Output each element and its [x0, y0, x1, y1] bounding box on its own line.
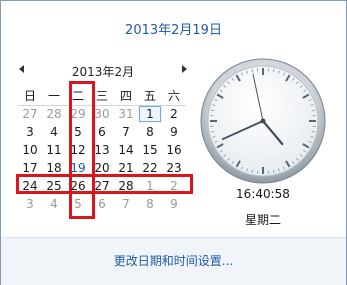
weekday-header-row: 日一二三四五六 — [18, 87, 186, 105]
calendar-day[interactable]: 2 — [162, 105, 186, 123]
calendar-day[interactable]: 6 — [90, 195, 114, 213]
calendar-day[interactable]: 7 — [114, 195, 138, 213]
calendar-day[interactable]: 3 — [18, 195, 42, 213]
calendar-day[interactable]: 24 — [18, 177, 42, 195]
weekday-label: 五 — [143, 89, 156, 103]
calendar-day[interactable]: 1 — [138, 105, 162, 123]
calendar-day[interactable]: 14 — [114, 141, 138, 159]
month-title[interactable]: 2013年2月 — [19, 63, 187, 80]
clock-minute-mark — [272, 169, 275, 173]
weekday-divider — [18, 105, 186, 106]
calendar-day[interactable]: 16 — [162, 141, 186, 159]
calendar-day[interactable]: 8 — [138, 123, 162, 141]
digital-time: 16:40:58 — [236, 187, 290, 201]
weekday-label: 星期二 — [244, 213, 281, 227]
calendar-day[interactable]: 27 — [18, 105, 42, 123]
calendar-week-row: 3456789 — [18, 123, 186, 141]
calendar-day[interactable]: 23 — [162, 159, 186, 177]
calendar-day[interactable]: 4 — [42, 123, 66, 141]
calendar-day[interactable]: 15 — [138, 141, 162, 159]
next-month-icon[interactable] — [182, 65, 187, 73]
calendar-week-row: 17 18 19 20 21 22 23 — [18, 159, 186, 177]
calendar-day[interactable]: 4 — [42, 195, 66, 213]
flyout-footer: 更改日期和时间设置... — [1, 237, 346, 285]
weekday-label: 二 — [71, 89, 84, 103]
calendar-day[interactable]: 20 — [90, 159, 114, 177]
change-date-time-settings-link[interactable]: 更改日期和时间设置... — [1, 252, 346, 269]
calendar-day[interactable]: 28 — [42, 105, 66, 123]
date-time-flyout: 2013年2月19日 2013年2月 日一二三四五六 27 28 29 30 31 1 2 3… — [0, 0, 347, 285]
calendar-day[interactable]: 5 — [66, 195, 90, 213]
calendar-day[interactable]: 10 — [18, 141, 42, 159]
weekday-label: 日 — [23, 89, 36, 103]
clock-center — [260, 118, 266, 124]
calendar-day[interactable]: 5 — [66, 123, 90, 141]
clock-minute-mark — [272, 69, 275, 73]
calendar-day[interactable]: 22 — [138, 159, 162, 177]
calendar-day[interactable]: 3 — [18, 123, 42, 141]
calendar-day[interactable]: 8 — [138, 195, 162, 213]
calendar-day[interactable]: 21 — [114, 159, 138, 177]
calendar-day[interactable]: 26 — [66, 177, 90, 195]
calendar-day[interactable]: 9 — [162, 195, 186, 213]
calendar-day-today[interactable]: 19 — [66, 159, 90, 177]
analog-clock — [200, 58, 326, 184]
clock-minute-mark — [311, 130, 315, 133]
calendar-day[interactable]: 31 — [114, 105, 138, 123]
calendar-day[interactable]: 12 — [66, 141, 90, 159]
clock-minute-mark — [251, 169, 254, 173]
weekday-label: 三 — [95, 89, 108, 103]
calendar-day[interactable]: 25 — [42, 177, 66, 195]
calendar-day[interactable]: 30 — [90, 105, 114, 123]
calendar-week-row: 24 25 26 27 28 1 2 — [18, 177, 186, 195]
calendar-day[interactable]: 29 — [66, 105, 90, 123]
weekday-label: 四 — [119, 89, 132, 103]
calendar-week-row: 3456789 — [18, 195, 186, 213]
weekday-label: 一 — [47, 89, 60, 103]
clock-minute-mark — [211, 109, 215, 112]
calendar-week-row: 27 28 29 30 31 1 2 — [18, 105, 186, 123]
calendar-day[interactable]: 28 — [114, 177, 138, 195]
calendar-day[interactable]: 7 — [114, 123, 138, 141]
current-date-link[interactable]: 2013年2月19日 — [1, 19, 346, 38]
calendar-week-row: 10 11 12 13 14 15 16 — [18, 141, 186, 159]
calendar-day[interactable]: 2 — [162, 177, 186, 195]
calendar-day[interactable]: 11 — [42, 141, 66, 159]
calendar-nav: 2013年2月 — [19, 63, 187, 79]
calendar-day[interactable]: 1 — [138, 177, 162, 195]
calendar-day[interactable]: 27 — [90, 177, 114, 195]
calendar-day[interactable]: 17 — [18, 159, 42, 177]
clock-minute-mark — [211, 130, 215, 133]
clock-minute-mark — [311, 109, 315, 112]
calendar-day[interactable]: 9 — [162, 123, 186, 141]
calendar-day[interactable]: 6 — [90, 123, 114, 141]
weekday-label: 六 — [167, 89, 180, 103]
calendar-day[interactable]: 18 — [42, 159, 66, 177]
calendar-day[interactable]: 13 — [90, 141, 114, 159]
clock-minute-mark — [251, 69, 254, 73]
